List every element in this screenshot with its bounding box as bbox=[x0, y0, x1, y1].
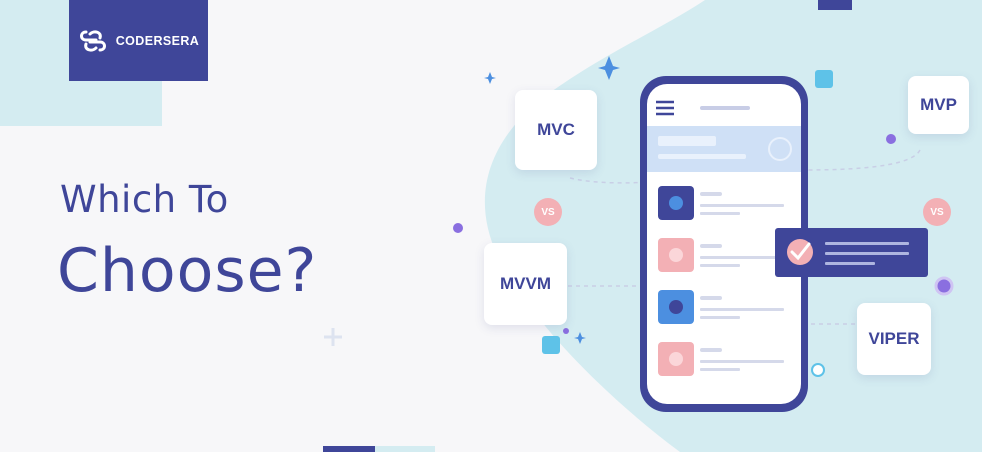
list-item-line bbox=[700, 316, 740, 319]
list-item-line bbox=[700, 308, 784, 311]
list-item-line bbox=[700, 256, 784, 259]
notification-line bbox=[825, 262, 875, 265]
vs-badge-right: VS bbox=[923, 198, 951, 226]
bottom-bar-dark bbox=[323, 446, 375, 452]
notification-line bbox=[825, 242, 909, 245]
dot-decoration bbox=[563, 328, 569, 334]
list-item-line bbox=[700, 264, 740, 267]
list-item-line bbox=[700, 212, 740, 215]
header-placeholder bbox=[658, 136, 716, 146]
mvc-card[interactable]: MVC bbox=[515, 90, 597, 170]
header-placeholder bbox=[658, 154, 746, 159]
list-item-line bbox=[700, 204, 784, 207]
list-item-line bbox=[700, 368, 740, 371]
brand-logo[interactable]: CODERSERA bbox=[69, 0, 208, 81]
sparkle-icon bbox=[484, 72, 496, 84]
list-item-line bbox=[700, 244, 722, 248]
bottom-bar-light bbox=[375, 446, 435, 452]
list-item-line bbox=[700, 192, 722, 196]
vs-badge-left: VS bbox=[534, 198, 562, 226]
banner: CODERSERA Which To Choose? MVC MVP MVVM … bbox=[0, 0, 982, 452]
dot-decoration bbox=[453, 223, 463, 233]
list-item-line bbox=[700, 360, 784, 363]
phone-header-band bbox=[647, 126, 801, 172]
codersera-logo-icon bbox=[79, 29, 106, 52]
brand-name: CODERSERA bbox=[115, 33, 200, 48]
mvp-card[interactable]: MVP bbox=[908, 76, 969, 134]
square-decoration bbox=[542, 336, 560, 354]
headline-line-1: Which To bbox=[60, 178, 229, 221]
notification-line bbox=[825, 252, 909, 255]
list-item-dot bbox=[669, 248, 683, 262]
top-right-bar bbox=[818, 0, 852, 10]
headline-line-2: Choose? bbox=[57, 236, 318, 306]
mvvm-card[interactable]: MVVM bbox=[484, 243, 567, 325]
list-item-dot bbox=[669, 352, 683, 366]
list-item-dot bbox=[669, 196, 683, 210]
list-item-line bbox=[700, 296, 722, 300]
plus-icon bbox=[324, 328, 342, 346]
list-item-line bbox=[700, 348, 722, 352]
phone-notch-bar bbox=[700, 106, 750, 110]
viper-card[interactable]: VIPER bbox=[857, 303, 931, 375]
list-item-dot bbox=[669, 300, 683, 314]
